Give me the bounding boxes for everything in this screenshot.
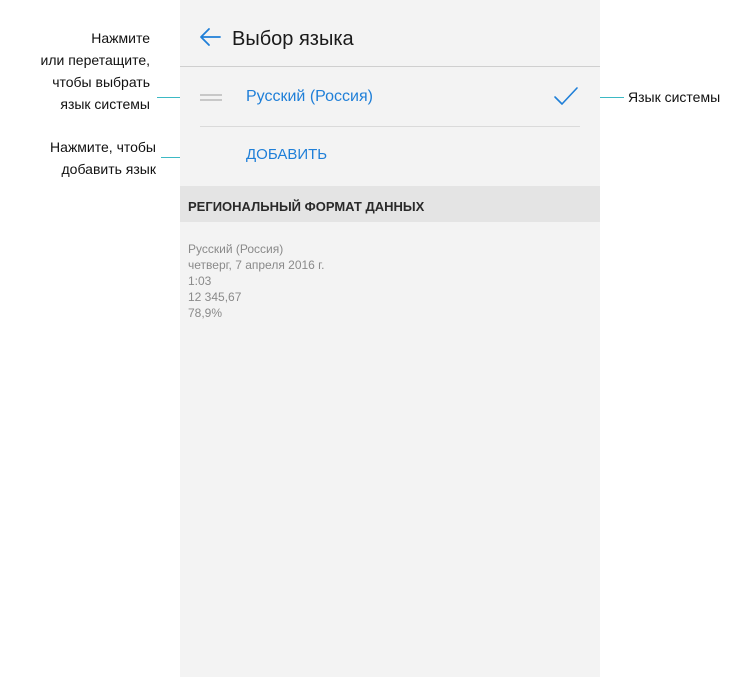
row-divider	[200, 126, 580, 127]
drag-handle-icon[interactable]	[200, 91, 222, 103]
callout-drag-line-3: чтобы выбрать	[52, 74, 150, 90]
language-row[interactable]: Русский (Россия)	[200, 67, 580, 127]
app-bar: Выбор языка	[180, 0, 600, 66]
phone-screen: Выбор языка Русский (Россия) ДОБАВИТЬ РЕ…	[180, 0, 600, 677]
section-header: РЕГИОНАЛЬНЫЙ ФОРМАТ ДАННЫХ	[180, 186, 600, 222]
add-language-button[interactable]: ДОБАВИТЬ	[246, 146, 327, 163]
checkmark-icon	[554, 87, 578, 105]
format-line: четверг, 7 апреля 2016 г.	[188, 258, 325, 272]
callout-drag-line-4: язык системы	[60, 96, 150, 112]
regional-format-preview: Русский (Россия) четверг, 7 апреля 2016 …	[188, 241, 324, 321]
callout-system: Язык системы	[628, 89, 721, 105]
callout-drag-line-2: или перетащите,	[40, 52, 150, 68]
section-title: РЕГИОНАЛЬНЫЙ ФОРМАТ ДАННЫХ	[188, 199, 425, 214]
callout-add-line-2: добавить язык	[61, 161, 156, 177]
language-label: Русский (Россия)	[246, 88, 373, 105]
format-line: 78,9%	[188, 306, 223, 320]
arrow-left-icon[interactable]	[198, 24, 224, 50]
format-line: 1:03	[188, 274, 212, 288]
page-title: Выбор языка	[232, 28, 354, 50]
callout-drag: Нажмите или перетащите, чтобы выбрать яз…	[41, 27, 150, 115]
format-line: Русский (Россия)	[188, 242, 284, 256]
format-line: 12 345,67	[188, 290, 242, 304]
callout-add-line-1: Нажмите, чтобы	[50, 139, 156, 155]
callout-add: Нажмите, чтобы добавить язык	[50, 136, 156, 180]
callout-drag-line-1: Нажмите	[91, 30, 150, 46]
